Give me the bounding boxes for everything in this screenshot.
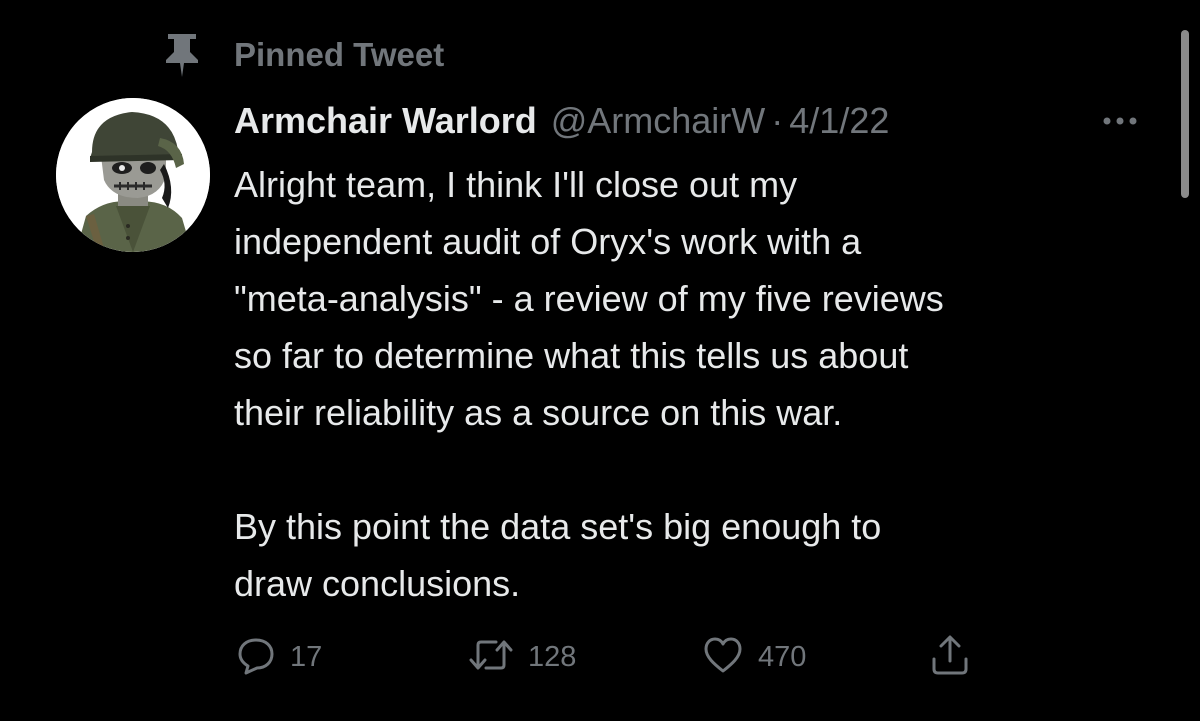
action-bar: 17 128 470 [236, 632, 996, 682]
pin-icon [160, 30, 204, 80]
tweet-header: Armchair Warlord @ArmchairW · 4/1/22 [234, 96, 889, 146]
tweet-container: Pinned Tweet Armchair Warlord @ArmchairW… [0, 0, 1200, 721]
reply-button[interactable]: 17 [236, 632, 322, 682]
like-count: 470 [758, 640, 807, 673]
like-button[interactable]: 470 [702, 632, 806, 682]
tweet-date[interactable]: 4/1/22 [789, 100, 889, 142]
more-options-icon[interactable] [1098, 106, 1142, 136]
tweet-paragraph: By this point the data set's big enough … [234, 506, 882, 604]
share-button[interactable] [930, 632, 970, 682]
tweet-body: Alright team, I think I'll close out my … [234, 156, 1164, 612]
author-handle[interactable]: @ArmchairW [551, 100, 766, 142]
pinned-indicator: Pinned Tweet [160, 30, 444, 80]
avatar[interactable] [56, 98, 210, 252]
separator-dot: · [771, 100, 784, 141]
pinned-label: Pinned Tweet [234, 36, 445, 73]
author-display-name[interactable]: Armchair Warlord [234, 100, 537, 142]
retweet-button[interactable]: 128 [468, 632, 576, 682]
retweet-icon [468, 635, 514, 680]
share-icon [930, 633, 970, 682]
scrollbar[interactable] [1181, 30, 1189, 198]
heart-icon [702, 635, 744, 680]
retweet-count: 128 [528, 640, 577, 673]
reply-count: 17 [290, 640, 323, 673]
reply-icon [236, 635, 276, 680]
tweet-paragraph: Alright team, I think I'll close out my … [234, 164, 944, 433]
